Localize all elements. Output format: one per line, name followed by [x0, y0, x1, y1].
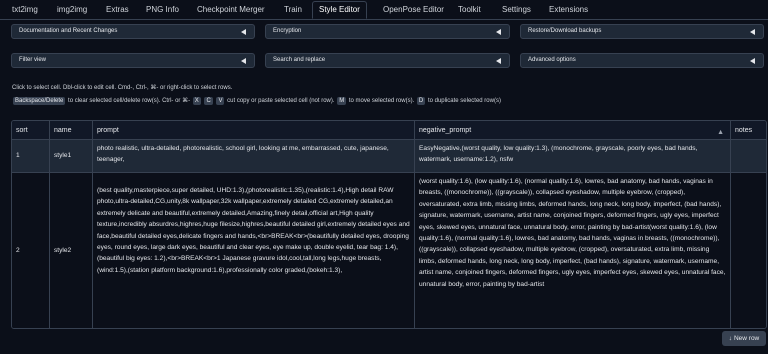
- caret-left-icon: [750, 29, 755, 35]
- caret-left-icon: [750, 58, 755, 64]
- cell-prompt[interactable]: photo realistic, ultra-detailed, photore…: [93, 140, 415, 172]
- key-m: M: [337, 97, 347, 105]
- accordion-encryption[interactable]: Encryption: [265, 24, 510, 39]
- tab-settings[interactable]: Settings: [496, 3, 537, 16]
- key-c: C: [204, 97, 213, 105]
- help-text-line1: Click to select cell. Dbl-click to edit …: [12, 85, 233, 91]
- tab-extensions[interactable]: Extensions: [543, 3, 594, 16]
- styles-table: sort name prompt negative_prompt ▲ notes…: [11, 120, 767, 329]
- sort-asc-icon[interactable]: ▲: [717, 127, 724, 138]
- table-row[interactable]: 1 style1 photo realistic, ultra-detailed…: [12, 140, 766, 173]
- accordion-advanced-options-label: Advanced options: [528, 57, 576, 63]
- tab-extras[interactable]: Extras: [100, 3, 135, 16]
- tab-txt2img[interactable]: txt2img: [6, 3, 44, 16]
- key-d: D: [416, 97, 426, 105]
- help-text-line2: Backspace/Delete to clear selected cell/…: [13, 97, 501, 105]
- table-header: sort name prompt negative_prompt ▲ notes: [12, 121, 766, 140]
- cell-prompt[interactable]: (best quality,masterpiece,super detailed…: [93, 173, 415, 328]
- cell-negative-prompt[interactable]: (worst quality:1.6), (low quality:1.6), …: [415, 173, 731, 328]
- accordion-documentation-label: Documentation and Recent Changes: [19, 28, 118, 34]
- accordion-advanced-options[interactable]: Advanced options: [520, 53, 764, 68]
- tab-train[interactable]: Train: [278, 3, 308, 16]
- accordion-documentation[interactable]: Documentation and Recent Changes: [11, 24, 255, 39]
- cell-name[interactable]: style1: [50, 140, 93, 172]
- accordion-backups[interactable]: Restore/Download backups: [520, 24, 764, 39]
- caret-left-icon: [496, 58, 501, 64]
- column-header-notes[interactable]: notes: [731, 121, 766, 139]
- tab-bar: txt2img img2img Extras PNG Info Checkpoi…: [0, 0, 768, 20]
- tab-openpose-editor[interactable]: OpenPose Editor: [377, 3, 450, 16]
- accordion-encryption-label: Encryption: [273, 28, 302, 34]
- accordion-search-replace[interactable]: Search and replace: [265, 53, 510, 68]
- arrow-down-icon: ↓: [728, 335, 732, 342]
- cell-notes[interactable]: [731, 173, 766, 328]
- tab-checkpoint-merger[interactable]: Checkpoint Merger: [191, 3, 271, 16]
- key-backspace-delete: Backspace/Delete: [13, 97, 66, 105]
- tab-png-info[interactable]: PNG Info: [140, 3, 185, 16]
- caret-left-icon: [241, 58, 246, 64]
- caret-left-icon: [496, 29, 501, 35]
- caret-left-icon: [241, 29, 246, 35]
- cell-name[interactable]: style2: [50, 173, 93, 328]
- cell-notes[interactable]: [731, 140, 766, 172]
- key-x: X: [192, 97, 201, 105]
- new-row-button[interactable]: ↓ New row: [722, 331, 766, 346]
- accordion-filter-view[interactable]: Filter view: [11, 53, 255, 68]
- accordion-backups-label: Restore/Download backups: [528, 28, 602, 34]
- cell-negative-prompt[interactable]: EasyNegative,(worst quality, low quality…: [415, 140, 731, 172]
- tab-style-editor[interactable]: Style Editor: [312, 1, 367, 19]
- accordion-search-replace-label: Search and replace: [273, 57, 326, 63]
- column-header-prompt[interactable]: prompt: [93, 121, 415, 139]
- key-v: V: [216, 97, 225, 105]
- tab-toolkit[interactable]: Toolkit: [452, 3, 487, 16]
- tab-img2img[interactable]: img2img: [51, 3, 93, 16]
- column-header-sort[interactable]: sort: [12, 121, 50, 139]
- table-row[interactable]: 2 style2 (best quality,masterpiece,super…: [12, 173, 766, 328]
- cell-sort[interactable]: 2: [12, 173, 50, 328]
- cell-sort[interactable]: 1: [12, 140, 50, 172]
- column-header-name[interactable]: name: [50, 121, 93, 139]
- accordion-filter-view-label: Filter view: [19, 57, 47, 63]
- column-header-negative-prompt[interactable]: negative_prompt ▲: [415, 121, 731, 139]
